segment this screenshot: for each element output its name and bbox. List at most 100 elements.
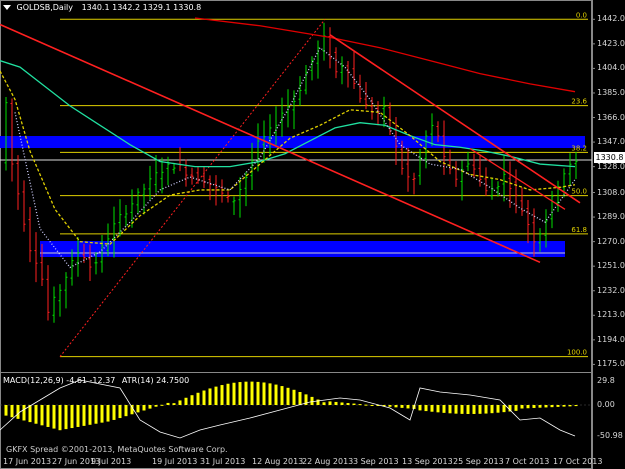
macd-hist-bar (214, 386, 218, 405)
time-axis-label: 25 Sep 2013 (453, 457, 504, 466)
macd-hist-bar (52, 405, 56, 429)
macd-hist-bar (202, 390, 206, 405)
macd-hist-bar (4, 405, 8, 416)
fib-level-label: 100.0 (567, 349, 587, 357)
macd-hist-bar (154, 405, 158, 407)
macd-hist-bar (394, 405, 398, 408)
macd-hist-bar (424, 405, 428, 412)
macd-hist-bar (460, 405, 464, 414)
ma-fast-dotted (14, 46, 576, 269)
time-axis-label: 13 Sep 2013 (402, 457, 453, 466)
macd-hist-bar (184, 397, 188, 405)
macd-hist-bar (124, 405, 128, 417)
dropdown-triangle-icon[interactable] (3, 5, 11, 10)
macd-hist-bar (244, 381, 248, 405)
price-axis-label: 1442.0 (597, 14, 625, 24)
macd-hist-bar (538, 405, 542, 408)
price-axis-label: 1194.0 (597, 334, 625, 344)
macd-hist-bar (502, 405, 506, 413)
time-axis-label: 17 Oct 2013 (553, 457, 603, 466)
macd-hist-bar (274, 384, 278, 405)
macd-hist-bar (532, 405, 536, 408)
price-axis-label: 1308.0 (597, 187, 625, 197)
macd-hist-bar (136, 405, 140, 413)
macd-hist-bar (58, 405, 62, 431)
macd-hist-bar (28, 405, 32, 423)
macd-axis-label: 29.8 (597, 376, 615, 385)
macd-hist-bar (226, 383, 230, 405)
price-axis-label: 1270.0 (597, 236, 625, 246)
macd-hist-bar (106, 405, 110, 422)
price-candles (4, 22, 578, 323)
macd-hist-bar (166, 402, 170, 405)
macd-hist-bar (562, 405, 566, 407)
macd-hist-bar (328, 401, 332, 405)
macd-hist-bar (262, 382, 266, 405)
macd-hist-bar (76, 405, 80, 427)
macd-hist-bar (310, 396, 314, 405)
macd-hist-bar (568, 405, 572, 407)
macd-hist-bar (364, 404, 368, 406)
price-axis-label: 1423.0 (597, 38, 625, 48)
copyright-text: GKFX Spread ©2001-2013, MetaQuotes Softw… (6, 445, 228, 454)
macd-hist-bar (46, 405, 50, 427)
macd-hist-bar (94, 405, 98, 424)
chart-canvas[interactable]: 0.0 23.6 38.2 50.0 61.8 100.0 (0, 0, 625, 469)
macd-hist-bar (22, 405, 26, 421)
macd-hist-bar (232, 382, 236, 405)
macd-hist-bar (190, 395, 194, 405)
macd-hist-bar (454, 405, 458, 414)
macd-hist-bar (448, 405, 452, 414)
macd-hist-bar (64, 405, 68, 430)
macd-hist-bar (358, 404, 362, 406)
fib-level-label: 38.2 (571, 144, 587, 152)
macd-axis-label: 0.00 (597, 400, 615, 409)
price-axis-label: 1251.0 (597, 261, 625, 271)
fib-level-label: 50.0 (571, 188, 587, 196)
fib-anchor-line (59, 18, 326, 357)
macd-hist-bar (352, 403, 356, 405)
macd-hist-bar (148, 405, 152, 409)
price-axis-label: 1289.0 (597, 212, 625, 222)
ohlc-values: 1340.1 1342.2 1329.1 1330.8 (81, 3, 202, 12)
fib-level-label: 23.6 (571, 98, 587, 106)
chart-header: GOLDSB,Daily 1340.1 1342.2 1329.1 1330.8 (3, 3, 201, 12)
symbol-label: GOLDSB,Daily (16, 3, 74, 12)
macd-hist-bar (520, 405, 524, 409)
macd-hist-bar (526, 405, 530, 409)
macd-hist-bar (550, 405, 554, 408)
macd-hist-bar (172, 403, 176, 405)
macd-hist-bar (340, 402, 344, 405)
macd-hist-bar (556, 405, 560, 407)
fib-level-label: 0.0 (576, 11, 587, 19)
macd-hist-bar (334, 401, 338, 405)
macd-hist-bar (316, 399, 320, 405)
atr-label: ATR(14) 24.7500 (121, 376, 190, 385)
price-axis-label: 1347.0 (597, 137, 625, 147)
ma-slow-line (194, 17, 576, 93)
macd-hist-bar (118, 405, 122, 419)
time-axis-label: 22 Aug 2013 (302, 457, 354, 466)
time-axis-label: 31 Jul 2013 (200, 457, 246, 466)
macd-hist-bar (544, 405, 548, 408)
macd-hist-bar (472, 405, 476, 414)
macd-hist-bar (280, 386, 284, 405)
price-axis-label: 1366.0 (597, 112, 625, 122)
macd-hist-bar (430, 405, 434, 412)
support-zone (40, 241, 565, 257)
macd-hist-bar (478, 405, 482, 414)
price-axis-label: 1213.0 (597, 310, 625, 320)
macd-hist-bar (514, 405, 518, 411)
time-axis-label: 17 Jun 2013 (3, 457, 52, 466)
chart-frame (0, 0, 592, 469)
macd-hist-bar (322, 402, 326, 405)
fib-level-label: 61.8 (571, 226, 587, 234)
macd-hist-bar (286, 387, 290, 405)
time-axis-label: 3 Sep 2013 (353, 457, 399, 466)
macd-hist-bar (418, 405, 422, 411)
macd-hist-bar (370, 405, 374, 406)
macd-hist-bar (406, 405, 410, 409)
macd-hist-bar (160, 404, 164, 406)
macd-hist-bar (496, 405, 500, 413)
macd-hist-bar (10, 405, 14, 418)
